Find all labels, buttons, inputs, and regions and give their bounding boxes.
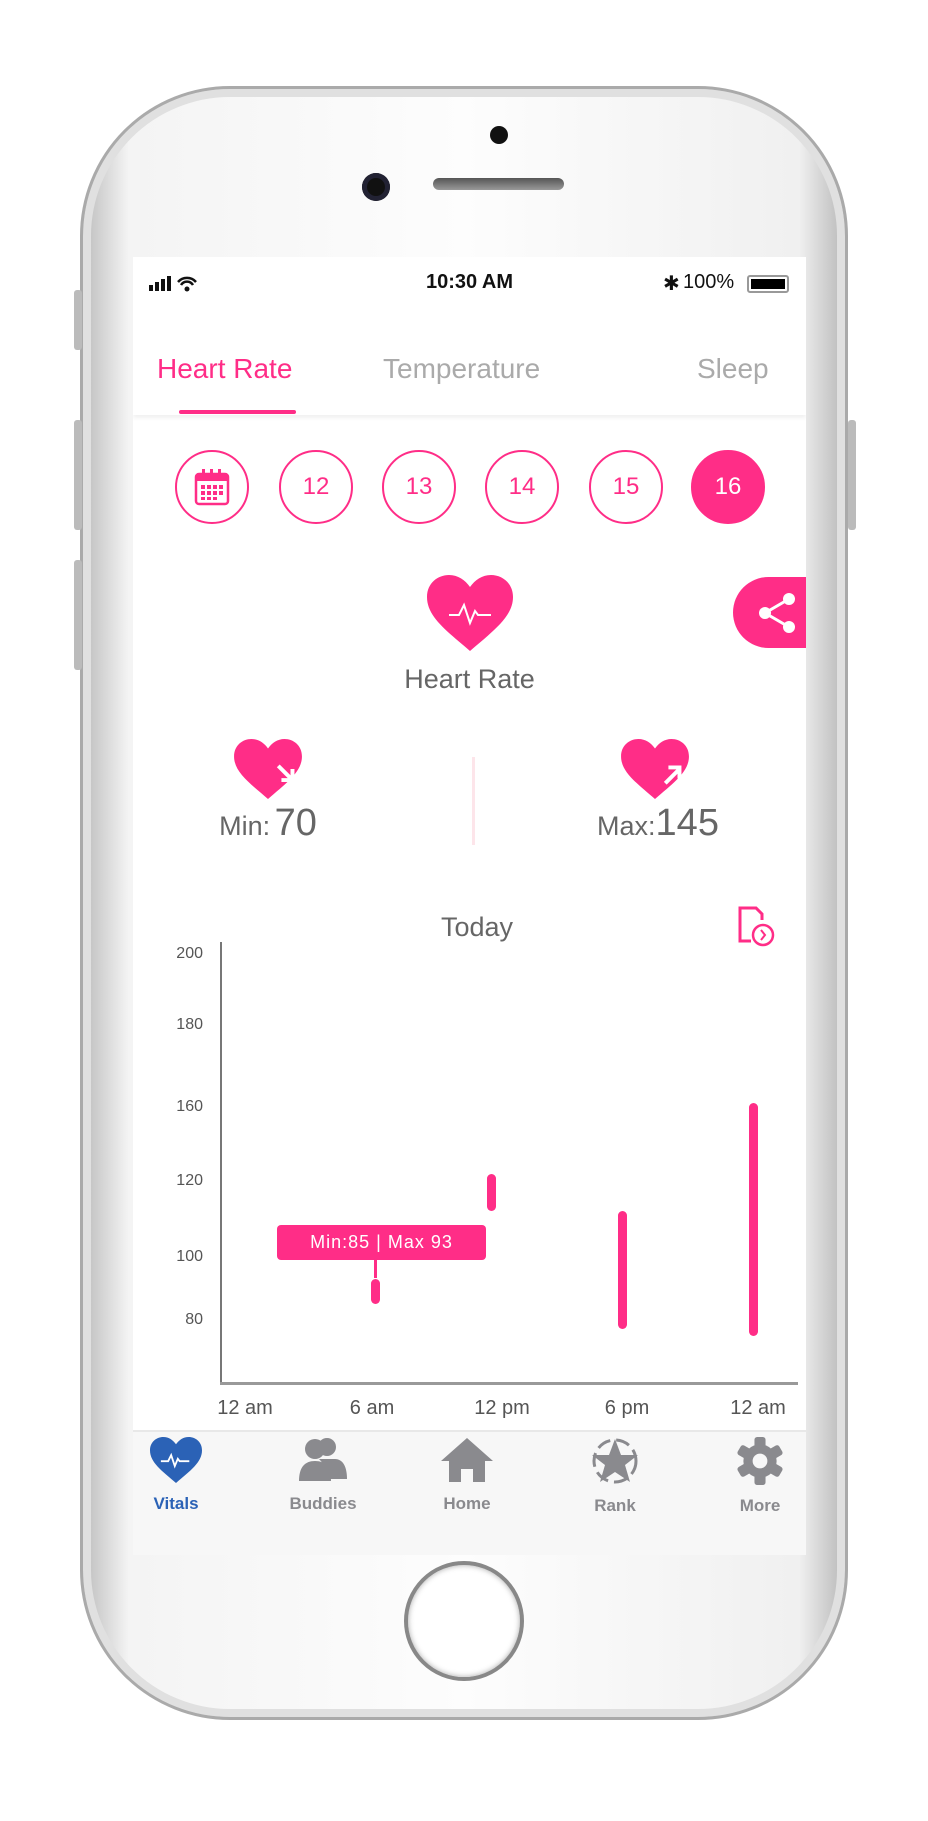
y-tick-label: 120 [176, 1172, 203, 1189]
heart-pulse-icon [150, 1437, 202, 1483]
nav-label: Rank [594, 1496, 636, 1515]
nav-home[interactable]: Home [412, 1437, 522, 1514]
nav-label: Home [443, 1494, 491, 1513]
tooltip-pointer [374, 1260, 377, 1278]
heart-rate-chart: 200 180 160 120 100 80 12 am 6 am 12 pm 6 pm 12 am [133, 257, 806, 1437]
sensor [490, 126, 508, 144]
gear-icon [737, 1437, 783, 1485]
x-tick-label: 6 pm [604, 1397, 650, 1419]
people-icon [299, 1438, 347, 1481]
nav-more[interactable]: More [705, 1437, 806, 1516]
chart-tooltip: Min:85 | Max 93 [277, 1225, 486, 1260]
volume-up-button [74, 420, 82, 530]
range-bar[interactable] [618, 1211, 627, 1330]
speaker-grille [433, 178, 564, 190]
nav-label: Vitals [153, 1494, 199, 1513]
y-tick-label: 200 [176, 945, 203, 962]
x-tick-label: 12 am [730, 1397, 786, 1419]
volume-down-button [74, 560, 82, 670]
star-badge-icon [592, 1438, 638, 1484]
y-tick-label: 160 [176, 1098, 203, 1115]
app-screen: 10:30 AM ✱ 100% Heart Rate Temperature S… [133, 257, 806, 1555]
home-button[interactable] [404, 1561, 524, 1681]
x-axis [220, 1382, 798, 1385]
front-camera [362, 173, 390, 201]
nav-buddies[interactable]: Buddies [268, 1437, 378, 1514]
mute-switch [74, 290, 82, 350]
power-button [848, 420, 856, 530]
nav-label: Buddies [289, 1494, 357, 1513]
y-tick-label: 180 [176, 1016, 203, 1033]
x-tick-label: 12 am [217, 1397, 273, 1419]
x-tick-label: 6 am [349, 1397, 395, 1419]
range-bar[interactable] [487, 1173, 496, 1212]
y-tick-label: 100 [176, 1248, 203, 1265]
y-tick-label: 80 [185, 1311, 203, 1328]
x-tick-label: 12 pm [474, 1397, 530, 1419]
nav-rank[interactable]: Rank [560, 1437, 670, 1516]
nav-vitals[interactable]: Vitals [133, 1437, 231, 1514]
range-bar[interactable] [749, 1102, 758, 1336]
home-icon [441, 1438, 493, 1482]
y-axis [220, 942, 222, 1384]
nav-label: More [739, 1496, 781, 1515]
range-bar[interactable] [371, 1279, 380, 1305]
